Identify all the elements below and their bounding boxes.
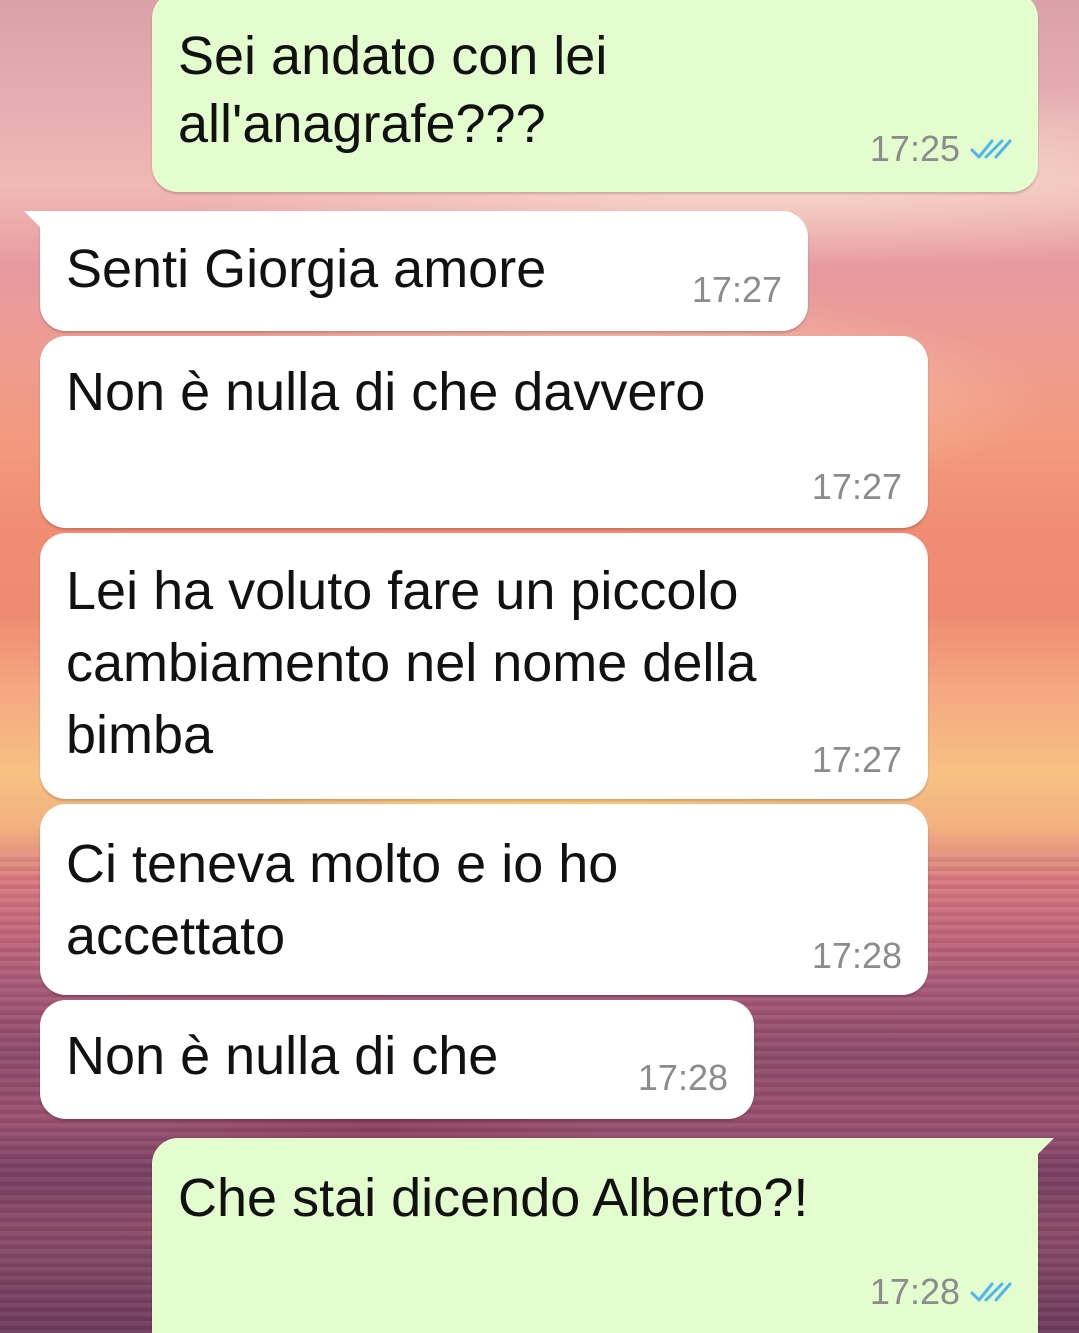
message-bubble-incoming[interactable]: Lei ha voluto fare un piccolo cambiament… bbox=[40, 533, 928, 799]
message-bubble-incoming[interactable]: Non è nulla di che davvero 17:27 bbox=[40, 336, 928, 528]
message-time: 17:28 bbox=[637, 1057, 728, 1098]
message-time: 17:25 bbox=[869, 128, 960, 169]
message-text: Sei andato con lei all'anagrafe??? bbox=[178, 26, 608, 154]
message-text: Ci teneva molto e io ho accettato bbox=[66, 834, 619, 966]
message-bubble-outgoing[interactable]: Sei andato con lei all'anagrafe??? 17:25 bbox=[152, 0, 1038, 192]
read-double-check-icon bbox=[970, 139, 1012, 159]
bubble-tail bbox=[1030, 1138, 1054, 1162]
message-meta: 17:28 bbox=[870, 1271, 1012, 1313]
message-meta: 17:28 bbox=[638, 1057, 728, 1099]
message-bubble-outgoing[interactable]: Che stai dicendo Alberto?! 17:28 bbox=[152, 1138, 1054, 1333]
message-meta: 17:27 bbox=[692, 269, 782, 311]
message-bubble-incoming[interactable]: Ci teneva molto e io ho accettato 17:28 bbox=[40, 804, 928, 995]
message-time: 17:27 bbox=[691, 269, 782, 310]
bubble-tail bbox=[24, 211, 48, 235]
message-meta: 17:28 bbox=[812, 935, 902, 977]
message-meta: 17:25 bbox=[870, 128, 1012, 170]
message-text: Non è nulla di che bbox=[66, 1026, 499, 1086]
message-bubble-incoming[interactable]: Senti Giorgia amore 17:27 bbox=[24, 211, 808, 331]
message-text: Che stai dicendo Alberto?! bbox=[178, 1168, 809, 1228]
message-time: 17:28 bbox=[869, 1271, 960, 1312]
message-text: Senti Giorgia amore bbox=[66, 239, 547, 299]
message-time: 17:27 bbox=[811, 739, 902, 780]
message-time: 17:27 bbox=[811, 466, 902, 507]
message-meta: 17:27 bbox=[812, 739, 902, 781]
message-time: 17:28 bbox=[811, 935, 902, 976]
message-text: Lei ha voluto fare un piccolo cambiament… bbox=[66, 561, 757, 765]
message-meta: 17:27 bbox=[812, 466, 902, 508]
read-double-check-icon bbox=[970, 1282, 1012, 1302]
message-bubble-incoming[interactable]: Non è nulla di che 17:28 bbox=[40, 1000, 754, 1119]
message-text: Non è nulla di che davvero bbox=[66, 362, 706, 422]
